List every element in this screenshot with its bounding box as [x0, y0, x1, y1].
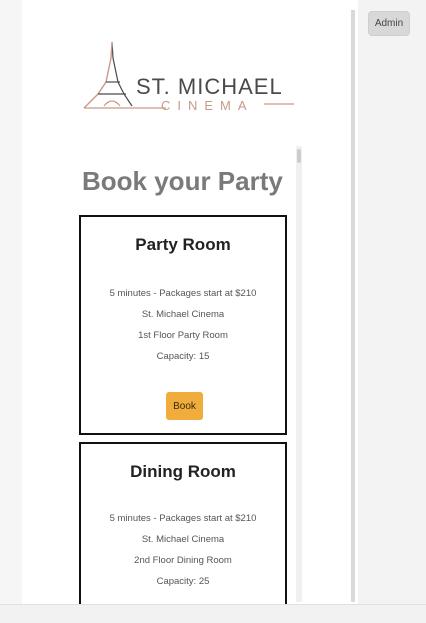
- room-title: Party Room: [135, 235, 231, 254]
- room-location: 1st Floor Party Room: [138, 330, 228, 341]
- room-package: 5 minutes - Packages start at $210: [109, 513, 257, 524]
- bottom-bar: [0, 604, 426, 623]
- room-capacity: Capacity: 25: [156, 576, 210, 587]
- left-gutter: [0, 0, 22, 604]
- scrollbar-track[interactable]: [296, 146, 302, 602]
- logo-name-line2: CINEMA: [161, 98, 254, 113]
- room-title: Dining Room: [130, 462, 236, 481]
- room-capacity: Capacity: 15: [156, 351, 210, 362]
- page-title: Book your Party: [82, 166, 283, 196]
- right-sidebar: [358, 0, 426, 604]
- logo-name-line1: ST. MICHAEL: [136, 74, 283, 99]
- admin-button[interactable]: Admin: [368, 11, 410, 36]
- book-button[interactable]: Book: [166, 392, 203, 420]
- room-card-dining: Dining Room 5 minutes - Packages start a…: [79, 442, 287, 612]
- room-package: 5 minutes - Packages start at $210: [109, 288, 257, 299]
- room-card-party: Party Room 5 minutes - Packages start at…: [79, 215, 287, 435]
- room-venue: St. Michael Cinema: [141, 309, 225, 320]
- room-location: 2nd Floor Dining Room: [134, 555, 232, 566]
- scrollbar-thumb[interactable]: [297, 149, 301, 163]
- room-venue: St. Michael Cinema: [141, 534, 225, 545]
